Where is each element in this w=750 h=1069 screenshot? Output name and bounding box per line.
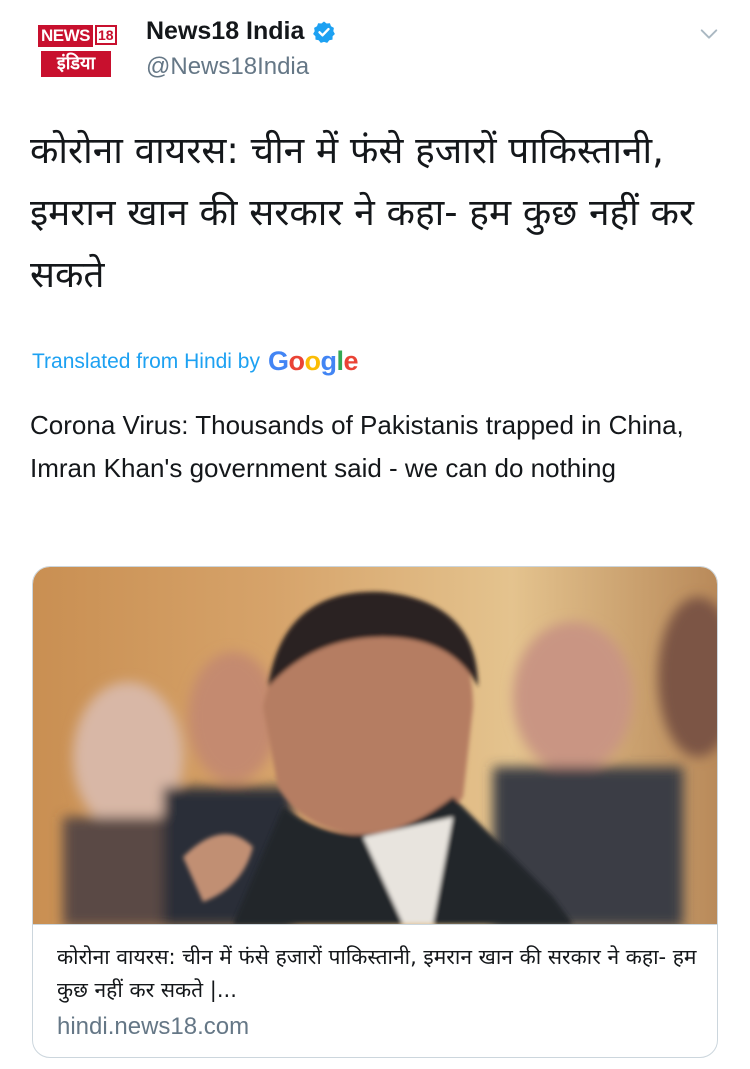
tweet-text-translated: Corona Virus: Thousands of Pakistanis tr…: [30, 410, 684, 483]
account-name-row[interactable]: News18 India: [146, 17, 336, 46]
card-domain[interactable]: hindi.news18.com: [57, 1013, 249, 1041]
avatar[interactable]: NEWS 18 इंडिया: [38, 21, 122, 81]
card-title[interactable]: कोरोना वायरस: चीन में फंसे हजारों पाकिस्…: [57, 941, 707, 1007]
news18-logo: NEWS 18: [38, 25, 122, 49]
verified-badge-icon: [313, 21, 336, 43]
translated-label: Translated from Hindi by: [32, 349, 260, 373]
logo-news-text: NEWS: [38, 25, 93, 47]
link-preview-card[interactable]: कोरोना वायरस: चीन में फंसे हजारों पाकिस्…: [32, 566, 718, 1058]
account-handle[interactable]: @News18India: [146, 53, 309, 81]
logo-number: 18: [95, 25, 117, 45]
card-image[interactable]: [33, 567, 717, 924]
tweet-header: NEWS 18 इंडिया News18 India @News18India: [30, 15, 720, 90]
card-body[interactable]: कोरोना वायरस: चीन में फंसे हजारों पाकिस्…: [33, 924, 717, 1057]
display-name[interactable]: News18 India: [146, 17, 304, 46]
translation-attribution: Translated from Hindi by Google: [32, 346, 359, 377]
logo-india-text: इंडिया: [41, 51, 111, 77]
chevron-down-icon[interactable]: [698, 23, 720, 45]
tweet-text-hindi: कोरोना वायरस: चीन में फंसे हजारों पाकिस्…: [30, 129, 695, 296]
google-logo: Google: [267, 346, 359, 376]
